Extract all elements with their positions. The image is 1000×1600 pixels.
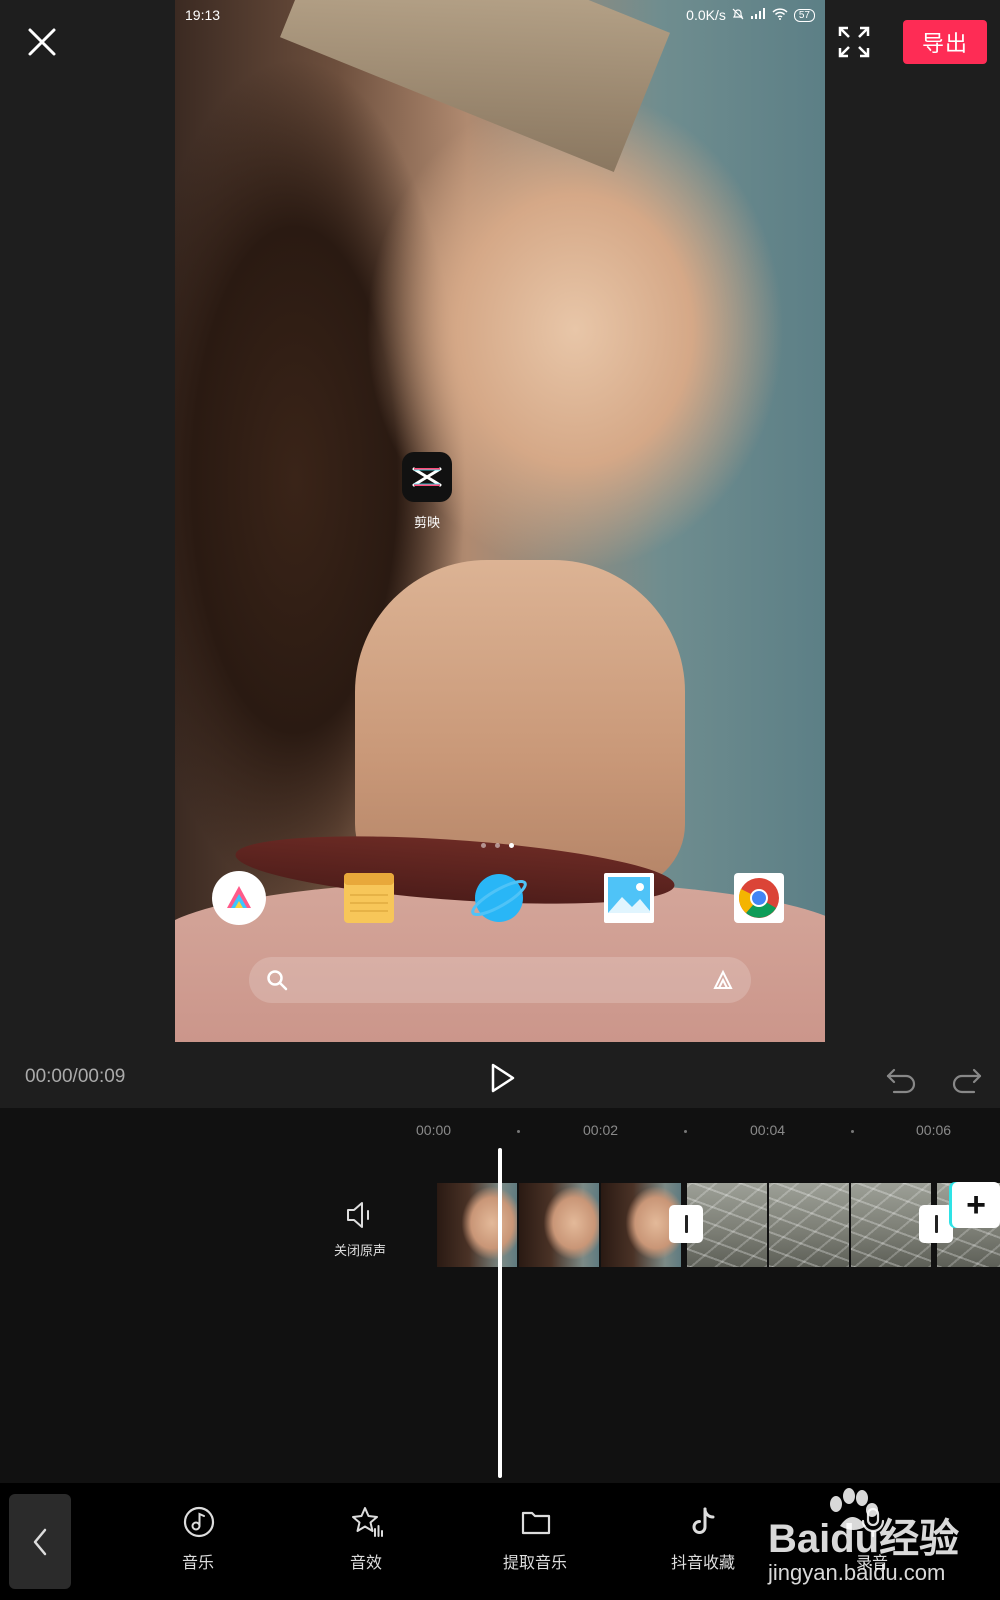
video-track[interactable] <box>437 1183 1000 1267</box>
mute-bell-icon <box>732 7 744 23</box>
add-clip-plus-icon[interactable]: + <box>952 1182 1000 1228</box>
tick-dot <box>851 1130 854 1133</box>
export-button[interactable]: 导出 <box>903 20 987 64</box>
sound-effect-tool-button[interactable]: 音效 <box>306 1505 426 1585</box>
network-speed: 0.0K/s <box>686 7 726 23</box>
browser-planet-icon[interactable] <box>471 870 527 926</box>
douyin-icon <box>687 1505 721 1539</box>
chrome-app-icon[interactable] <box>731 870 787 926</box>
clip-thumbnail[interactable] <box>769 1183 849 1267</box>
extract-music-tool-button[interactable]: 提取音乐 <box>475 1505 595 1585</box>
folder-icon <box>519 1505 553 1539</box>
play-icon[interactable] <box>484 1060 520 1096</box>
tool-label: 音效 <box>349 1555 382 1572</box>
watermark-logo: Baidu经验 <box>768 1517 960 1561</box>
home-dock <box>211 870 791 926</box>
time-readout: 00:00/00:09 <box>25 1066 126 1087</box>
speaker-icon <box>344 1200 376 1230</box>
music-tool-button[interactable]: 音乐 <box>138 1505 258 1585</box>
douyin-favorites-tool-button[interactable]: 抖音收藏 <box>643 1505 763 1585</box>
phone-status-bar: 19:13 0.0K/s 57 <box>175 0 825 30</box>
home-search-bar[interactable] <box>249 957 751 1003</box>
status-indicators: 0.0K/s 57 <box>686 7 815 23</box>
tick-dot <box>517 1130 520 1133</box>
undo-icon[interactable] <box>884 1062 918 1096</box>
tick-label: 00:04 <box>750 1122 786 1138</box>
search-icon <box>265 968 289 997</box>
jianying-app-icon[interactable] <box>402 452 452 502</box>
status-time: 19:13 <box>185 7 221 23</box>
page-dot <box>495 843 500 848</box>
sound-effect-star-icon <box>350 1505 384 1539</box>
page-dot <box>481 843 486 848</box>
mute-original-audio-button[interactable]: 关闭原声 <box>320 1200 400 1262</box>
fullscreen-icon[interactable] <box>836 24 872 60</box>
clip-thumbnail[interactable] <box>519 1183 599 1267</box>
transition-button[interactable] <box>919 1205 953 1243</box>
tool-label: 提取音乐 <box>502 1555 567 1572</box>
gallery-app-icon[interactable] <box>601 870 657 926</box>
back-chevron-icon[interactable] <box>9 1494 71 1589</box>
page-dot-active <box>509 843 514 848</box>
playback-bar: 00:00/00:09 <box>0 1050 1000 1108</box>
jianying-app-label: 剪映 <box>413 515 440 530</box>
wifi-icon <box>772 7 788 23</box>
notes-app-icon[interactable] <box>341 870 397 926</box>
time-ruler[interactable]: 00:00 00:02 00:04 00:06 <box>0 1114 1000 1144</box>
watermark-url: jingyan.baidu.com <box>768 1560 946 1585</box>
assistant-icon <box>711 968 735 997</box>
tick-label: 00:00 <box>416 1122 452 1138</box>
close-icon[interactable] <box>22 22 62 62</box>
video-preview[interactable]: 19:13 0.0K/s 57 剪映 <box>175 0 825 1042</box>
tick-dot <box>684 1130 687 1133</box>
home-page-indicator <box>481 843 514 848</box>
tool-label: 抖音收藏 <box>670 1555 735 1572</box>
battery-indicator: 57 <box>793 8 815 22</box>
baidu-watermark: Baidu经验 jingyan.baidu.com <box>760 1480 1000 1600</box>
clip-thumbnail[interactable] <box>437 1183 517 1267</box>
tick-label: 00:02 <box>583 1122 619 1138</box>
tick-label: 00:06 <box>916 1122 952 1138</box>
playhead[interactable] <box>498 1148 502 1478</box>
mute-label: 关闭原声 <box>333 1243 386 1258</box>
music-note-icon <box>182 1505 216 1539</box>
signal-icon <box>750 7 766 23</box>
tool-label: 音乐 <box>181 1555 214 1572</box>
assistant-app-icon[interactable] <box>211 870 267 926</box>
transition-button[interactable] <box>669 1205 703 1243</box>
redo-icon[interactable] <box>950 1062 984 1096</box>
